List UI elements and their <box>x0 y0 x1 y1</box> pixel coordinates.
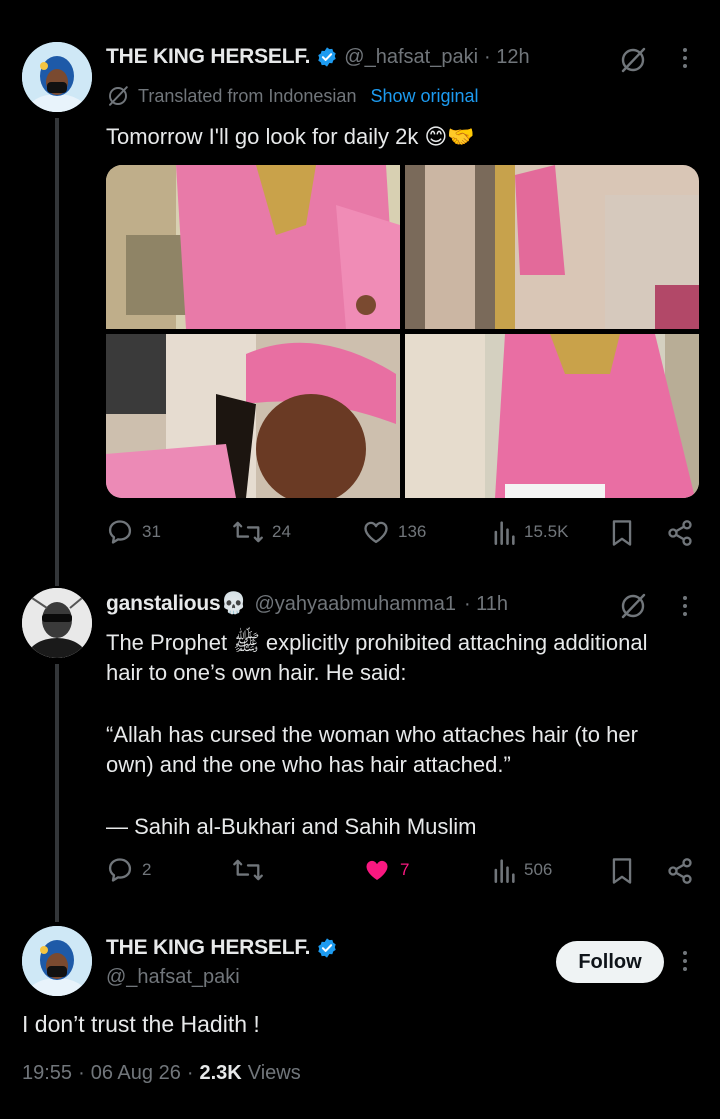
quote-line: own) and the one who has hair attached.” <box>106 752 511 777</box>
reply-button[interactable]: 31 <box>106 518 161 546</box>
grok-icon[interactable] <box>618 45 648 75</box>
views-count[interactable]: 2.3K <box>200 1062 242 1085</box>
thread-line <box>55 664 59 922</box>
views-button[interactable]: 15.5K <box>492 518 568 546</box>
source-line: — Sahih al-Bukhari and Sahih Muslim <box>106 814 477 839</box>
share-icon[interactable] <box>666 857 694 885</box>
retweet-button[interactable] <box>232 856 264 884</box>
like-count: 7 <box>400 860 410 879</box>
author-name[interactable]: THE KING HERSELF. <box>106 45 310 69</box>
follow-button[interactable]: Follow <box>556 941 664 983</box>
views-button[interactable]: 506 <box>492 856 552 884</box>
author-handle[interactable]: @_hafsat_paki <box>344 46 478 69</box>
like-button[interactable]: 136 <box>362 518 426 546</box>
more-icon[interactable] <box>682 48 688 68</box>
reply-count: 31 <box>142 522 161 541</box>
like-icon <box>366 860 388 880</box>
avatar[interactable] <box>22 926 92 996</box>
tweet-time[interactable]: 19:55 <box>22 1062 72 1085</box>
author-handle[interactable]: @yahyaabmuhamma1 <box>254 593 456 616</box>
like-icon <box>364 521 388 544</box>
reply-count: 2 <box>142 860 152 879</box>
bookmark-icon[interactable] <box>608 856 636 886</box>
retweet-icon <box>233 521 263 543</box>
like-button[interactable]: 7 <box>362 856 409 884</box>
tweet-text: The Prophet ﷺ explicitly prohibited atta… <box>106 628 706 842</box>
tweet-text: I don’t trust the Hadith ! <box>22 1011 260 1037</box>
reply-icon <box>108 858 132 882</box>
photo[interactable] <box>405 165 699 329</box>
retweet-count: 24 <box>272 522 291 541</box>
views-count: 15.5K <box>524 522 569 541</box>
author-name[interactable]: THE KING HERSELF. <box>106 936 310 960</box>
more-icon[interactable] <box>682 596 688 616</box>
reply-icon <box>108 520 132 544</box>
media-grid[interactable] <box>106 165 699 498</box>
views-icon <box>494 521 515 545</box>
timestamp[interactable]: · 12h <box>484 46 530 69</box>
photo[interactable] <box>106 334 400 498</box>
retweet-button[interactable]: 24 <box>232 518 291 546</box>
translated-label: Translated from Indonesian <box>138 85 357 106</box>
views-count: 506 <box>524 860 553 879</box>
verified-icon <box>318 938 337 958</box>
views-icon <box>494 859 515 883</box>
author-name[interactable]: ganstalious💀 <box>106 592 247 616</box>
translate-icon <box>109 86 128 106</box>
quote-line: “Allah has cursed the woman who attaches… <box>106 722 638 747</box>
tweet-text-line: hair to one’s own hair. He said: <box>106 660 407 685</box>
avatar[interactable] <box>22 588 92 658</box>
tweet-text-line: The Prophet ﷺ explicitly prohibited atta… <box>106 630 648 655</box>
show-original-link[interactable]: Show original <box>370 86 478 107</box>
like-count: 136 <box>398 522 427 541</box>
avatar[interactable] <box>22 42 92 112</box>
tweet-text: Tomorrow I'll go look for daily 2k 😊🤝 <box>106 124 475 149</box>
thread-line <box>55 118 59 586</box>
separator-dot: · <box>78 1062 85 1084</box>
photo[interactable] <box>405 334 699 498</box>
tweet-date[interactable]: 06 Aug 26 <box>91 1062 181 1085</box>
verified-icon <box>318 47 337 67</box>
retweet-icon <box>233 859 263 881</box>
tweet-meta: 19:55 · 06 Aug 26 · 2.3K Views <box>22 1062 301 1085</box>
share-icon[interactable] <box>666 519 694 547</box>
separator-dot: · <box>186 1062 194 1084</box>
grok-icon[interactable] <box>618 591 648 621</box>
bookmark-icon[interactable] <box>608 518 636 548</box>
author-handle[interactable]: @_hafsat_paki <box>106 966 240 989</box>
timestamp[interactable]: · 11h <box>464 593 508 616</box>
reply-button[interactable]: 2 <box>106 856 151 884</box>
more-icon[interactable] <box>682 951 688 971</box>
views-label: Views <box>247 1062 301 1084</box>
photo[interactable] <box>106 165 400 329</box>
